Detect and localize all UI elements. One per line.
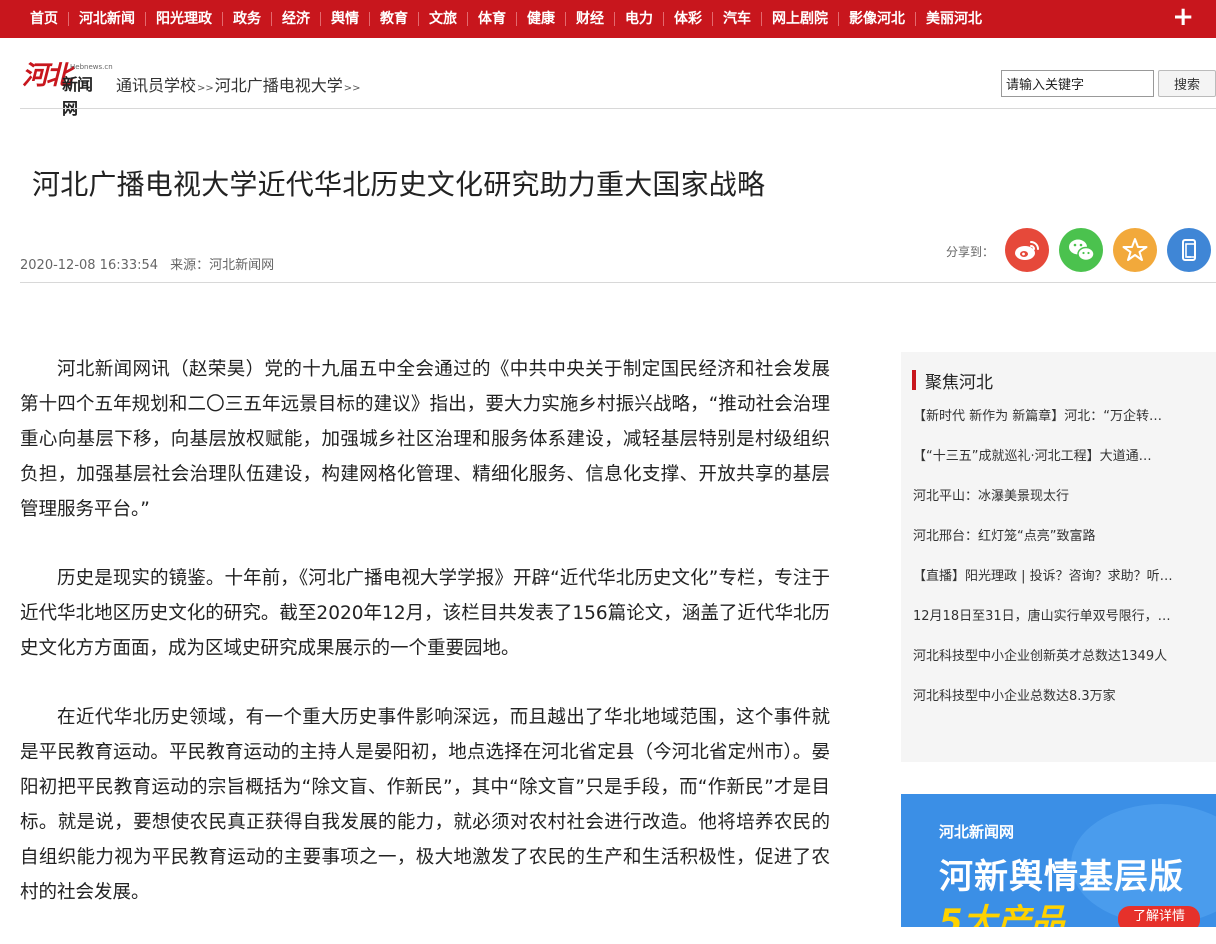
nav-item[interactable]: 汽车 (713, 0, 761, 38)
nav-item[interactable]: 体彩 (664, 0, 712, 38)
search-input[interactable] (1001, 70, 1154, 97)
breadcrumb-separator: >> (343, 83, 361, 94)
banner-more-button[interactable]: 了解详情 (1118, 906, 1200, 927)
banner-headline: 河新舆情基层版 (939, 857, 1184, 897)
nav-item[interactable]: 财经 (566, 0, 614, 38)
top-navigation-bar: 首页 河北新闻 阳光理政 政务 经济 舆情 教育 文旅 体育 健康 财经 电力 体彩 汽车 网上剧院 影像河北… (0, 0, 1216, 38)
share-label: 分享到： (946, 245, 995, 259)
nav-item[interactable]: 河北新闻 (69, 0, 145, 38)
expand-menu-icon[interactable]: + (1172, 3, 1194, 31)
banner-product: 5大产品 (939, 902, 1065, 927)
banner-brand: 河北新闻网 (939, 823, 1015, 841)
logo-domain: Hebnews.cn (70, 63, 113, 71)
breadcrumb: 通讯员学校>>河北广播电视大学>> (116, 72, 362, 96)
sidebar-list-item[interactable]: 【新时代 新作为 新篇章】河北：“万企转… (913, 408, 1203, 448)
sidebar-list-item[interactable]: 【“十三五”成就巡礼·河北工程】大道通… (913, 448, 1203, 488)
sidebar-list-item[interactable]: 12月18日至31日，唐山实行单双号限行，… (913, 608, 1203, 648)
article-paragraph: 河北新闻网讯（赵荣昊）党的十九届五中全会通过的《中共中央关于制定国民经济和社会发… (20, 359, 830, 520)
article-paragraph: 在近代华北历史领域，有一个重大历史事件影响深远，而且越出了华北地域范围，这个事件… (20, 707, 830, 903)
site-logo[interactable]: 河北 Hebnews.cn 新闻网 (22, 58, 113, 118)
nav-item[interactable]: 教育 (370, 0, 418, 38)
article-title: 河北广播电视大学近代华北历史文化研究助力重大国家战略 (32, 168, 766, 201)
article-datetime: 2020-12-08 16:33:54 (20, 258, 159, 273)
sidebar-title: 聚焦河北 (925, 373, 993, 393)
breadcrumb-item-university[interactable]: 河北广播电视大学 (215, 76, 343, 95)
sidebar-list: 【新时代 新作为 新篇章】河北：“万企转… 【“十三五”成就巡礼·河北工程】大道通… (913, 408, 1203, 728)
nav-items: 首页 河北新闻 阳光理政 政务 经济 舆情 教育 文旅 体育 健康 财经 电力 体彩 汽车 网上剧院 影像河北… (20, 0, 992, 38)
nav-item[interactable]: 影像河北 (839, 0, 915, 38)
meta-divider (20, 282, 1216, 283)
share-wechat-button[interactable] (1059, 228, 1103, 272)
nav-item[interactable]: 体育 (468, 0, 516, 38)
nav-item[interactable]: 阳光理政 (146, 0, 222, 38)
nav-item[interactable]: 舆情 (321, 0, 369, 38)
article-source: 来源：河北新闻网 (170, 258, 275, 273)
breadcrumb-separator: >> (197, 83, 214, 94)
sidebar-list-item[interactable]: 河北科技型中小企业创新英才总数达1349人 (913, 648, 1203, 688)
star-icon (1122, 238, 1148, 261)
logo-text: 新闻网 (62, 75, 93, 118)
breadcrumb-item-school[interactable]: 通讯员学校 (116, 76, 196, 95)
focus-hebei-sidebar: 聚焦河北 【新时代 新作为 新篇章】河北：“万企转… 【“十三五”成就巡礼·河北工… (901, 352, 1216, 762)
sidebar-list-item[interactable]: 河北科技型中小企业总数达8.3万家 (913, 688, 1203, 728)
nav-item[interactable]: 首页 (20, 0, 68, 38)
share-favorite-button[interactable] (1113, 228, 1157, 272)
article-meta: 2020-12-08 16:33:54 来源：河北新闻网 (20, 254, 286, 273)
header-divider (20, 108, 1216, 109)
mobile-icon (1182, 239, 1196, 261)
nav-item[interactable]: 文旅 (419, 0, 467, 38)
heading-accent-bar (912, 370, 916, 390)
share-mobile-button[interactable] (1167, 228, 1211, 272)
nav-item[interactable]: 美丽河北 (916, 0, 992, 38)
sidebar-list-item[interactable]: 河北平山：冰瀑美景现太行 (913, 488, 1203, 528)
wechat-icon (1069, 239, 1095, 262)
sidebar-list-item[interactable]: 【直播】阳光理政 | 投诉？咨询？求助？听… (913, 568, 1203, 608)
sidebar-list-item[interactable]: 河北邢台：红灯笼“点亮”致富路 (913, 528, 1203, 568)
nav-item[interactable]: 电力 (615, 0, 663, 38)
search-button[interactable]: 搜索 (1158, 70, 1216, 97)
ad-banner[interactable]: 河北新闻网 河新舆情基层版 5大产品 了解详情 (901, 794, 1216, 927)
share-weibo-button[interactable] (1005, 228, 1049, 272)
article-body: 河北新闻网讯（赵荣昊）党的十九届五中全会通过的《中共中央关于制定国民经济和社会发… (20, 352, 830, 944)
nav-item[interactable]: 经济 (272, 0, 320, 38)
nav-item[interactable]: 政务 (223, 0, 271, 38)
weibo-icon (1015, 241, 1039, 260)
article-paragraph: 历史是现实的镜鉴。十年前，《河北广播电视大学学报》开辟“近代华北历史文化”专栏，… (20, 568, 830, 659)
nav-item[interactable]: 健康 (517, 0, 565, 38)
nav-item[interactable]: 网上剧院 (762, 0, 838, 38)
